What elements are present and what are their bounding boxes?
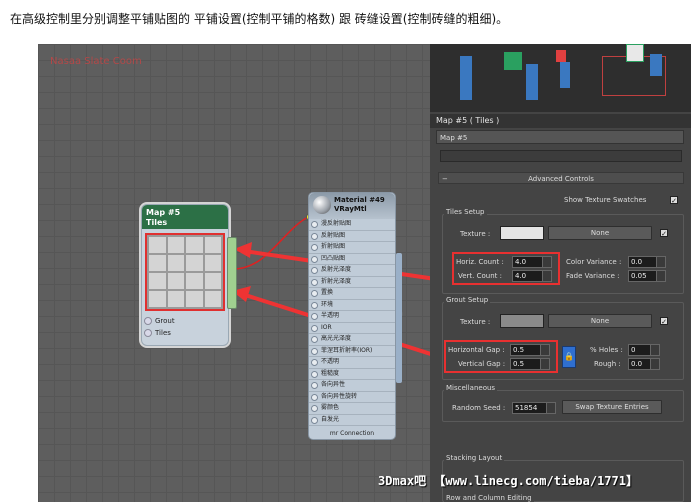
tiles-setup-title: Tiles Setup [444, 208, 487, 216]
material-slot[interactable]: 折射贴图 [309, 242, 395, 254]
rough-spinner[interactable]: 0.0 [628, 358, 660, 370]
material-slot[interactable]: 环境 [309, 300, 395, 311]
tiles-preview-swatch [145, 233, 225, 311]
grout-gap-highlight [444, 340, 558, 373]
tiles-texture-button[interactable]: None [548, 226, 652, 240]
material-slot[interactable]: 自发光 [309, 415, 395, 426]
thumbnail-bar [460, 56, 472, 100]
rough-label: Rough : [594, 360, 621, 368]
port-dot-icon [144, 317, 152, 325]
rollout-advanced-controls[interactable]: − Advanced Controls [438, 172, 684, 184]
material-slot[interactable]: 凹凸贴图 [309, 254, 395, 265]
thumbnail-bar [526, 64, 538, 100]
random-seed-spinner[interactable]: 51854 [512, 402, 556, 414]
material-slot[interactable]: 反射贴图 [309, 231, 395, 242]
rollout-bar[interactable] [440, 150, 682, 162]
thumbnail-square [626, 44, 644, 62]
material-thumbnails [430, 44, 691, 112]
connection-wire [232, 215, 311, 270]
thumbnail-square [504, 52, 522, 70]
gap-lock-button[interactable]: 🔒 [562, 346, 576, 368]
holes-spinner[interactable]: 0 [628, 344, 660, 356]
material-slot[interactable]: 反射光泽度 [309, 265, 395, 277]
tiles-texture-checkbox[interactable]: ✓ [660, 229, 668, 238]
material-slot[interactable]: IOR [309, 323, 395, 334]
grout-texture-button[interactable]: None [548, 314, 652, 328]
port-grout[interactable]: Grout [144, 317, 175, 325]
stacking-layout-title: Stacking Layout [444, 454, 505, 462]
tiles-node-title: Map #5 [146, 208, 181, 217]
miscellaneous-title: Miscellaneous [444, 384, 498, 392]
material-node-header[interactable]: Material #49 VRayMtl [309, 193, 395, 219]
color-variance-label: Color Variance : [566, 258, 622, 266]
grout-setup-title: Grout Setup [444, 296, 491, 304]
fade-variance-label: Fade Variance : [566, 272, 620, 280]
material-node-type: VRayMtl [334, 205, 367, 213]
grout-texture-label: Texture : [460, 318, 491, 326]
material-slot[interactable]: 各向异性旋转 [309, 392, 395, 403]
material-node-title: Material #49 [334, 196, 385, 204]
screenshot-frame: Nasaa Slate Coom Map #5 Tiles Grout Tile… [38, 44, 691, 502]
material-slot[interactable]: 置换 [309, 288, 395, 300]
material-slot[interactable]: 粗糙度 [309, 369, 395, 380]
material-slot[interactable]: 折射光泽度 [309, 277, 395, 288]
material-slot-list: 漫反射贴图 反射贴图 折射贴图 凹凸贴图 反射光泽度 折射光泽度 置换 环境 半透明 IOR 高光光… [309, 219, 395, 426]
random-seed-label: Random Seed : [452, 404, 506, 412]
port-tiles[interactable]: Tiles [144, 329, 171, 337]
holes-label: % Holes : [590, 346, 623, 354]
tiles-texture-label: Texture : [460, 230, 491, 238]
material-sphere-icon [313, 196, 331, 214]
caption-text: 在高级控制里分别调整平铺贴图的 平铺设置(控制平铺的格数) 跟 砖缝设置(控制砖… [10, 12, 509, 26]
row-column-editing-title: Row and Column Editing [444, 494, 534, 502]
collapse-minus-icon: − [442, 175, 448, 183]
tiles-count-highlight [452, 252, 560, 285]
thumbnail-bar [650, 54, 662, 76]
thumbnail-bar [560, 62, 570, 88]
tiles-color-swatch[interactable] [500, 226, 544, 240]
material-slot[interactable]: 半透明 [309, 311, 395, 323]
material-slot[interactable]: 高光光泽度 [309, 334, 395, 346]
tiles-node-type: Tiles [146, 218, 168, 227]
show-swatches-label: Show Texture Swatches [564, 196, 647, 204]
show-swatches-checkbox[interactable]: ✓ [670, 196, 678, 205]
watermark-text: 3Dmax吧 【www.linecg.com/tieba/1771】 [378, 474, 638, 488]
port-dot-icon [144, 329, 152, 337]
lock-icon: 🔒 [564, 352, 574, 361]
material-node-footer: mr Connection [329, 430, 375, 437]
material-slot[interactable]: 雾颜色 [309, 403, 395, 415]
parameter-panel: Map #5 ( Tiles ) Map #5 − Advanced Contr… [430, 44, 691, 502]
tiles-node-header[interactable]: Map #5 Tiles [142, 205, 228, 229]
thumbnail-square [556, 50, 566, 62]
fade-variance-spinner[interactable]: 0.05 [628, 270, 666, 282]
material-slot[interactable]: 漫反射贴图 [309, 219, 395, 231]
map-title-bar[interactable]: Map #5 ( Tiles ) [430, 114, 691, 128]
material-slot[interactable]: 不透明 [309, 357, 395, 369]
material-slot[interactable]: 各向异性 [309, 380, 395, 392]
material-output-bar [396, 253, 402, 383]
material-slot[interactable]: 菲涅耳折射率(IOR) [309, 346, 395, 357]
grout-color-swatch[interactable] [500, 314, 544, 328]
tiles-map-node[interactable]: Map #5 Tiles Grout Tiles [141, 204, 237, 346]
swap-texture-entries-button[interactable]: Swap Texture Entries [562, 400, 662, 414]
grout-texture-checkbox[interactable]: ✓ [660, 317, 668, 326]
vraymtl-node[interactable]: Material #49 VRayMtl 漫反射贴图 反射贴图 折射贴图 凹凸贴图 反射… [308, 192, 402, 440]
map-name-field[interactable]: Map #5 [436, 130, 684, 144]
slate-view[interactable]: Nasaa Slate Coom Map #5 Tiles Grout Tile… [38, 44, 430, 502]
tiles-node-output-bar [227, 237, 237, 309]
color-variance-spinner[interactable]: 0.0 [628, 256, 666, 268]
